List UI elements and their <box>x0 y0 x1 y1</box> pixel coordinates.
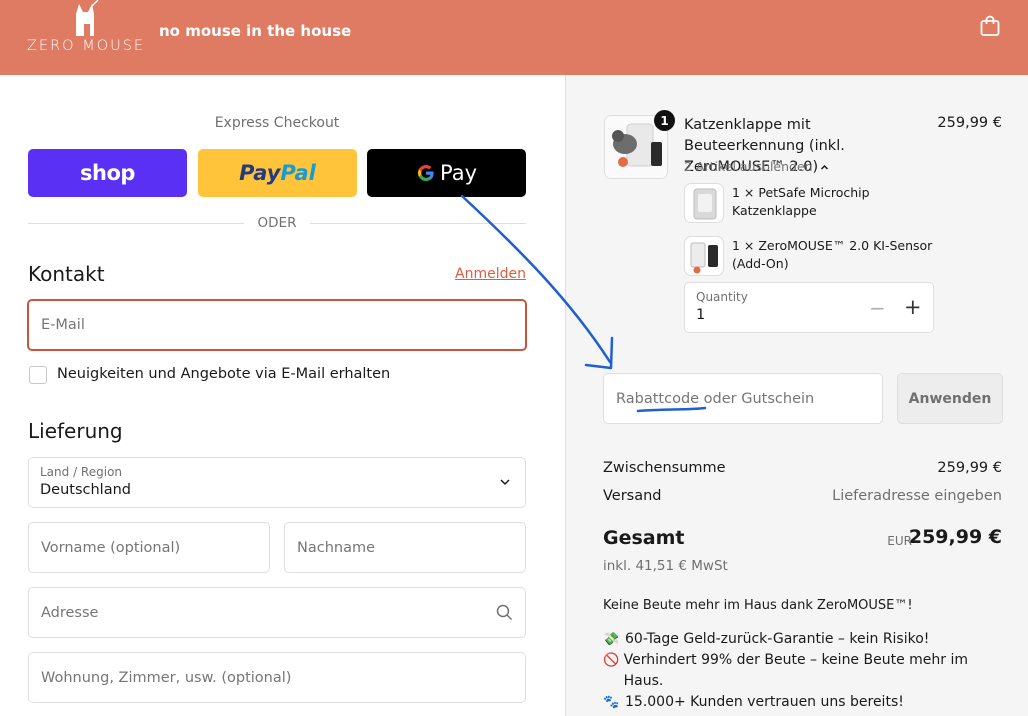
promo-list: 💸 60-Tage Geld-zurück-Garantie – kein Ri… <box>603 629 983 713</box>
promo-headline: Keine Beute mehr im Haus dank ZeroMOUSE™… <box>603 598 913 613</box>
promo-item: 🐾 15.000+ Kunden vertrauen uns bereits! <box>603 692 983 713</box>
logo[interactable]: ZERO MOUSE <box>26 0 144 60</box>
paypal-label: PayPal <box>239 161 316 185</box>
apartment-field[interactable] <box>28 652 526 703</box>
google-g-icon <box>417 165 434 181</box>
login-link[interactable]: Anmelden <box>455 266 526 282</box>
tax-note: inkl. 41,51 € MwSt <box>603 558 728 574</box>
quantity-decrease-button[interactable]: − <box>869 296 886 320</box>
order-summary: 1 Katzenklappe mit Beuteerkennung (inkl.… <box>565 75 1028 716</box>
chevron-down-icon <box>500 479 510 486</box>
shop-pay-label: shop <box>80 161 135 185</box>
hide-items-label: 2 Artikel ausblenden <box>684 159 813 174</box>
quantity-value: 1 <box>696 307 706 323</box>
quantity-increase-button[interactable]: + <box>904 295 922 319</box>
quantity-stepper: Quantity 1 − + <box>684 282 934 333</box>
last-name-field[interactable] <box>284 522 526 573</box>
product-price: 259,99 € <box>937 115 1002 131</box>
cat-logo-icon <box>76 0 99 36</box>
country-select[interactable]: Land / Region Deutschland <box>28 457 526 508</box>
total-label: Gesamt <box>603 527 685 549</box>
divider-left <box>28 223 244 224</box>
google-pay-label: Pay <box>439 161 478 185</box>
site-header: ZERO MOUSE no mouse in the house <box>0 0 1028 75</box>
email-input[interactable] <box>29 301 525 349</box>
promo-item: 🚫 Verhindert 99% der Beute – keine Beute… <box>603 650 983 692</box>
promo-item: 💸 60-Tage Geld-zurück-Garantie – kein Ri… <box>603 629 983 650</box>
google-pay-button[interactable]: Pay <box>367 149 526 197</box>
money-icon: 💸 <box>603 632 620 647</box>
shopping-bag-icon[interactable] <box>978 14 1002 38</box>
express-checkout-title: Express Checkout <box>214 115 340 131</box>
divider-right <box>310 223 526 224</box>
checkout-form: Express Checkout shop PayPal Pay ODER Ko… <box>0 75 565 716</box>
newsletter-label: Neuigkeiten und Angebote via E-Mail erha… <box>57 366 391 382</box>
sub-item-image-petsafe <box>684 183 724 223</box>
tagline: no mouse in the house <box>159 22 352 40</box>
discount-input[interactable] <box>604 374 882 423</box>
address-input[interactable] <box>29 588 525 637</box>
country-value: Deutschland <box>40 482 131 498</box>
paw-icon: 🐾 <box>603 695 620 710</box>
shop-pay-button[interactable]: shop <box>28 149 187 197</box>
divider-oder: ODER <box>257 215 297 231</box>
chevron-up-icon <box>820 164 828 170</box>
discount-field[interactable] <box>603 373 883 424</box>
total-value: 259,99 € <box>908 526 1002 548</box>
search-icon <box>496 604 513 621</box>
subtotal-value: 259,99 € <box>937 460 1002 476</box>
cart-quantity-badge: 1 <box>654 110 675 131</box>
sub-item-image-zeromouse <box>684 236 724 276</box>
apply-discount-button[interactable]: Anwenden <box>897 373 1003 424</box>
sub-item-petsafe: 1 × PetSafe Microchip Katzenklappe <box>732 185 870 218</box>
hide-items-toggle[interactable]: 2 Artikel ausblenden <box>684 159 829 174</box>
sub-item-zeromouse: 1 × ZeroMOUSE™ 2.0 KI-Sensor (Add-On) <box>732 238 933 271</box>
first-name-input[interactable] <box>29 523 269 572</box>
quantity-label: Quantity <box>696 290 748 304</box>
last-name-input[interactable] <box>285 523 525 572</box>
address-field[interactable] <box>28 587 526 638</box>
contact-heading: Kontakt <box>28 262 105 286</box>
newsletter-checkbox[interactable] <box>29 366 47 384</box>
email-field[interactable] <box>27 299 527 351</box>
shipping-value: Lieferadresse eingeben <box>832 488 1002 504</box>
delivery-heading: Lieferung <box>28 419 123 443</box>
logo-text: ZERO MOUSE <box>27 38 146 54</box>
apartment-input[interactable] <box>29 653 525 702</box>
shipping-label: Versand <box>603 488 662 504</box>
first-name-field[interactable] <box>28 522 270 573</box>
country-label: Land / Region <box>40 465 123 479</box>
paypal-button[interactable]: PayPal <box>198 149 357 197</box>
prohibited-icon: 🚫 <box>603 653 620 668</box>
subtotal-label: Zwischensumme <box>603 460 726 476</box>
